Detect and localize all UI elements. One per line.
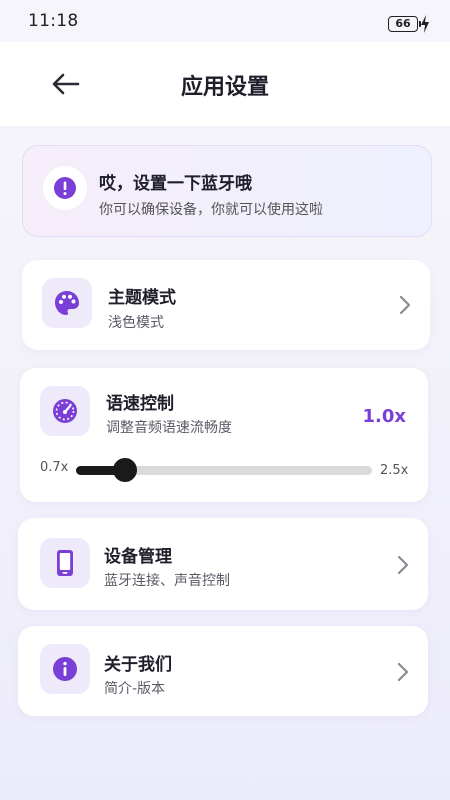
about-us-title: 关于我们 [104, 655, 172, 675]
slider-thumb[interactable] [113, 458, 138, 482]
speedometer-icon [53, 399, 77, 423]
speed-icon-box [40, 386, 90, 436]
palette-icon [55, 291, 79, 315]
chevron-right-icon [399, 295, 411, 315]
about-us-subtitle: 简介-版本 [104, 681, 166, 697]
theme-mode-title: 主题模式 [108, 288, 176, 308]
battery-icon: 66 [388, 16, 421, 32]
speech-rate-title: 语速控制 [106, 394, 174, 414]
about-icon-box [40, 644, 90, 694]
speech-rate-subtitle: 调整音频语速流畅度 [106, 420, 232, 436]
page-title: 应用设置 [180, 75, 269, 100]
slider-min-label: 0.7x [40, 460, 69, 475]
phone-icon [57, 550, 73, 576]
device-management-row[interactable]: 设备管理 蓝牙连接、声音控制 [18, 518, 428, 610]
speech-rate-value: 1.0x [362, 406, 407, 427]
exclamation-circle-icon [54, 177, 76, 199]
device-management-title: 设备管理 [104, 547, 172, 567]
device-icon-box [40, 538, 90, 588]
chevron-right-icon [397, 555, 409, 575]
theme-mode-value: 浅色模式 [108, 315, 164, 331]
alert-subtitle: 你可以确保设备，你就可以使用这啦 [99, 202, 323, 218]
about-us-row[interactable]: 关于我们 简介-版本 [18, 626, 428, 716]
chevron-right-icon [397, 662, 409, 682]
alert-title: 哎，设置一下蓝牙哦 [99, 174, 252, 194]
bluetooth-alert-card[interactable]: 哎，设置一下蓝牙哦 你可以确保设备，你就可以使用这啦 [22, 145, 432, 237]
app-header: 应用设置 [0, 42, 450, 126]
status-time: 11:18 [28, 11, 79, 31]
theme-icon-box [42, 278, 92, 328]
device-management-subtitle: 蓝牙连接、声音控制 [104, 573, 230, 589]
speech-rate-slider[interactable] [76, 458, 372, 482]
status-bar: 11:18 66 [0, 0, 450, 42]
charging-icon [421, 15, 429, 33]
slider-max-label: 2.5x [380, 463, 409, 478]
speech-rate-card: 语速控制 调整音频语速流畅度 1.0x 0.7x 2.5x [20, 368, 428, 502]
alert-icon-wrapper [43, 166, 87, 210]
theme-mode-row[interactable]: 主题模式 浅色模式 [22, 260, 430, 350]
info-circle-icon [53, 657, 77, 681]
